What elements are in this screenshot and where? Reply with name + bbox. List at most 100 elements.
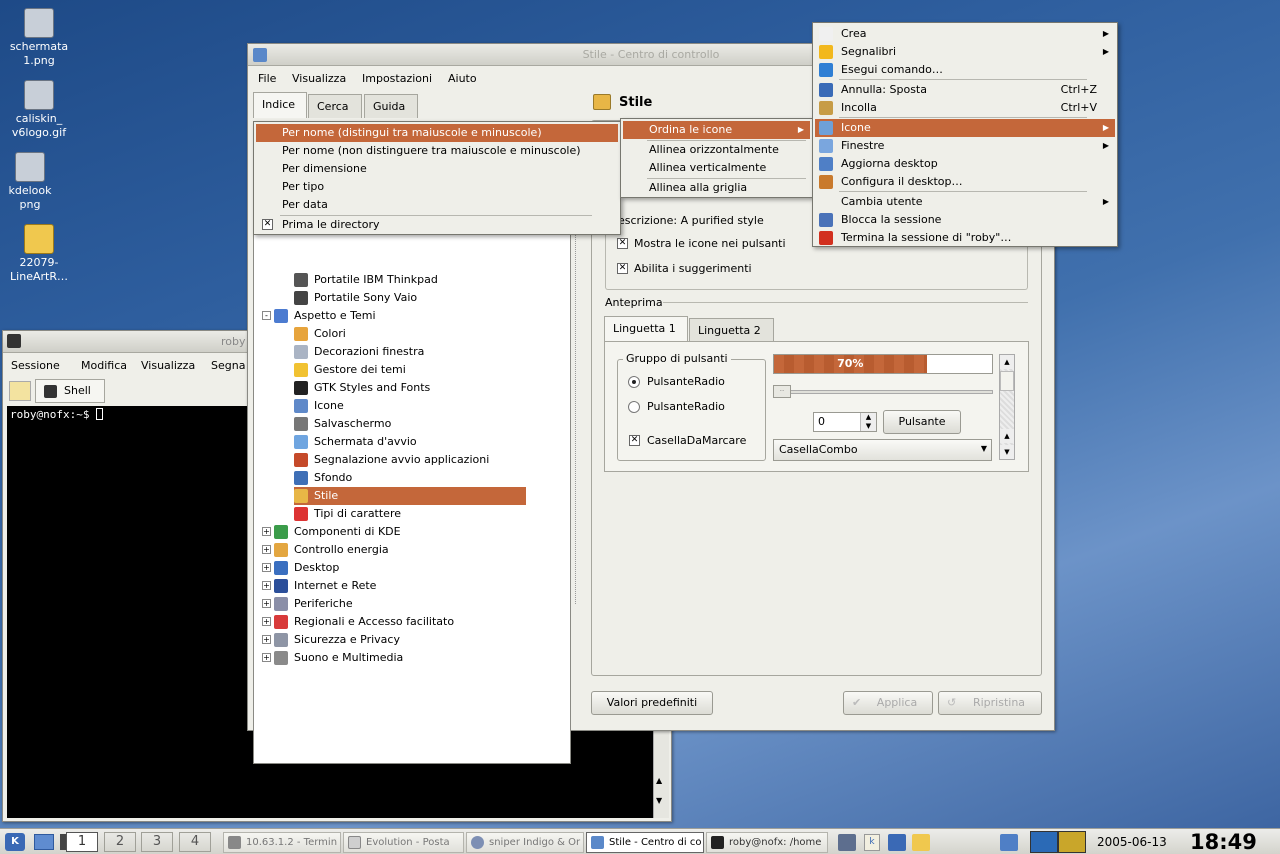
- menu-item-align-vertical[interactable]: Allinea verticalmente: [623, 159, 810, 177]
- radio-button-1[interactable]: [628, 376, 640, 388]
- menu-item-dirs-first[interactable]: ✕ Prima le directory: [256, 216, 618, 234]
- tray-clipboard-icon[interactable]: [1000, 834, 1018, 851]
- menu-item-sort-date[interactable]: Per data: [256, 196, 618, 214]
- tree-item[interactable]: + Desktop: [262, 559, 534, 577]
- tray-monitor-2-icon[interactable]: [1058, 831, 1086, 853]
- menu-item-sort-icons[interactable]: Ordina le icone ▶: [623, 121, 810, 139]
- tree-item[interactable]: Sfondo: [294, 469, 554, 487]
- menu-aiuto[interactable]: Aiuto: [448, 72, 477, 85]
- tree-item[interactable]: Segnalazione avvio applicazioni: [294, 451, 554, 469]
- tray-volume-icon[interactable]: [888, 834, 906, 851]
- konsole-menu-modifica[interactable]: Modifica: [81, 359, 127, 372]
- preview-tab-1[interactable]: Linguetta 1: [604, 316, 688, 342]
- konsole-tab-shell[interactable]: Shell: [35, 379, 105, 403]
- taskbar-task-evolution[interactable]: Evolution - Posta: [343, 832, 464, 853]
- defaults-button[interactable]: Valori predefiniti: [591, 691, 713, 715]
- tree-item[interactable]: + Suono e Multimedia: [262, 649, 534, 667]
- tree-item[interactable]: + Componenti di KDE: [262, 523, 534, 541]
- konsole-menu-segnalibri[interactable]: Segna: [211, 359, 245, 372]
- expand-icon[interactable]: +: [262, 563, 271, 572]
- menu-item-sort-type[interactable]: Per tipo: [256, 178, 618, 196]
- new-session-icon[interactable]: [9, 381, 31, 401]
- reset-button[interactable]: ↺ Ripristina: [938, 691, 1042, 715]
- tree-item[interactable]: Salvaschermo: [294, 415, 554, 433]
- desktop-menu-item[interactable]: Finestre ▶: [815, 137, 1115, 155]
- desktop-menu-item[interactable]: Esegui comando…: [815, 61, 1115, 79]
- desktop-icon-file[interactable]: kdelook png: [0, 152, 66, 212]
- tree-item[interactable]: - Aspetto e Temi: [262, 307, 534, 325]
- apply-button[interactable]: ✔ Applica: [843, 691, 933, 715]
- tree-item[interactable]: + Internet e Rete: [262, 577, 534, 595]
- preview-tab-2[interactable]: Linguetta 2: [689, 318, 774, 342]
- scroll-up-arrow-icon[interactable]: ▲: [656, 776, 662, 785]
- scroll-up-icon-lower[interactable]: ▲: [1000, 429, 1014, 443]
- tray-network-icon[interactable]: [838, 834, 856, 851]
- desktop-icon-file[interactable]: schermata 1.png: [3, 8, 75, 68]
- scroll-down-icon[interactable]: ▼: [1000, 445, 1014, 459]
- tree-item[interactable]: GTK Styles and Fonts: [294, 379, 554, 397]
- desktop-menu-item[interactable]: Blocca la sessione: [815, 211, 1115, 229]
- expand-icon[interactable]: +: [262, 599, 271, 608]
- expand-icon[interactable]: +: [262, 545, 271, 554]
- expand-icon[interactable]: +: [262, 653, 271, 662]
- menu-file[interactable]: File: [258, 72, 276, 85]
- menu-item-sort-name-case[interactable]: Per nome (distingui tra maiuscole e minu…: [256, 124, 618, 142]
- module-tree[interactable]: Portatile IBM Thinkpad Portatile Sony Vai…: [253, 159, 571, 764]
- desktop-menu-item[interactable]: Annulla: Sposta Ctrl+Z: [815, 81, 1115, 99]
- taskbar-task-control-center[interactable]: Stile - Centro di co: [586, 832, 704, 853]
- desktop-menu-item[interactable]: Configura il desktop…: [815, 173, 1115, 191]
- taskbar-task-konsole[interactable]: roby@nofx: /home: [706, 832, 828, 853]
- desktop-menu-item[interactable]: Aggiorna desktop: [815, 155, 1115, 173]
- desktop-menu-item[interactable]: Cambia utente ▶: [815, 193, 1115, 211]
- desktop-menu-item[interactable]: Termina la sessione di "roby"…: [815, 229, 1115, 247]
- desktop-pager-2[interactable]: 2: [104, 832, 136, 852]
- clock-label[interactable]: 18:49: [1190, 830, 1257, 854]
- expand-icon[interactable]: +: [262, 581, 271, 590]
- konsole-menu-visualizza[interactable]: Visualizza: [141, 359, 195, 372]
- desktop-pager-3[interactable]: 3: [141, 832, 173, 852]
- spin-arrows-icon[interactable]: ▲ ▼: [860, 413, 876, 431]
- desktop-pager-4[interactable]: 4: [179, 832, 211, 852]
- slider-track[interactable]: [773, 390, 993, 394]
- kde-menu-icon[interactable]: K: [5, 833, 25, 851]
- show-desktop-icon[interactable]: [34, 834, 54, 850]
- collapse-icon[interactable]: -: [262, 311, 271, 320]
- radio-button-2[interactable]: [628, 401, 640, 413]
- preview-scrollbar[interactable]: ▲ ▲ ▼: [999, 354, 1015, 460]
- desktop-icon-file[interactable]: 22079- LineArtR…: [3, 224, 75, 284]
- scroll-up-icon[interactable]: ▲: [1000, 355, 1014, 369]
- expand-icon[interactable]: +: [262, 617, 271, 626]
- tree-item[interactable]: Schermata d'avvio: [294, 433, 554, 451]
- combo-box[interactable]: CasellaCombo ▼: [773, 439, 992, 461]
- tab-cerca[interactable]: Cerca: [308, 94, 362, 118]
- desktop-pager-1[interactable]: 1: [66, 832, 98, 852]
- desktop-menu-item[interactable]: Crea ▶: [815, 25, 1115, 43]
- desktop-menu-item[interactable]: Icone ▶: [815, 119, 1115, 137]
- tree-item[interactable]: Decorazioni finestra: [294, 343, 554, 361]
- tray-klipper-icon[interactable]: k: [864, 834, 880, 851]
- menu-item-sort-name-nocase[interactable]: Per nome (non distinguere tra maiuscole …: [256, 142, 618, 160]
- preview-push-button[interactable]: Pulsante: [883, 410, 961, 434]
- slider-handle[interactable]: ··: [773, 385, 791, 398]
- scroll-handle[interactable]: [1000, 371, 1014, 391]
- menu-item-align-horizontal[interactable]: Allinea orizzontalmente: [623, 141, 810, 159]
- taskbar-task-terminal[interactable]: 10.63.1.2 - Termin: [223, 832, 341, 853]
- tree-item[interactable]: + Periferiche: [262, 595, 534, 613]
- tree-item[interactable]: Portatile Sony Vaio: [294, 289, 554, 307]
- checkbox-icons-in-buttons[interactable]: ✕: [617, 238, 628, 249]
- tree-item[interactable]: + Controllo energia: [262, 541, 534, 559]
- taskbar-task-browser[interactable]: sniper Indigo & Or: [466, 832, 584, 853]
- tree-item[interactable]: Colori: [294, 325, 554, 343]
- expand-icon[interactable]: +: [262, 527, 271, 536]
- spin-box[interactable]: 0 ▲ ▼: [813, 412, 877, 432]
- desktop-menu-item[interactable]: Segnalibri ▶: [815, 43, 1115, 61]
- tray-monitor-1-icon[interactable]: [1030, 831, 1058, 853]
- scroll-down-arrow-icon[interactable]: ▼: [656, 796, 662, 805]
- desktop-icon-file[interactable]: caliskin_ v6logo.gif: [3, 80, 75, 140]
- menu-item-align-grid[interactable]: Allinea alla griglia: [623, 179, 810, 197]
- tree-item[interactable]: Icone: [294, 397, 554, 415]
- menu-impostazioni[interactable]: Impostazioni: [362, 72, 432, 85]
- konsole-menu-sessione[interactable]: Sessione: [11, 359, 60, 372]
- tree-item[interactable]: + Sicurezza e Privacy: [262, 631, 534, 649]
- menu-item-sort-size[interactable]: Per dimensione: [256, 160, 618, 178]
